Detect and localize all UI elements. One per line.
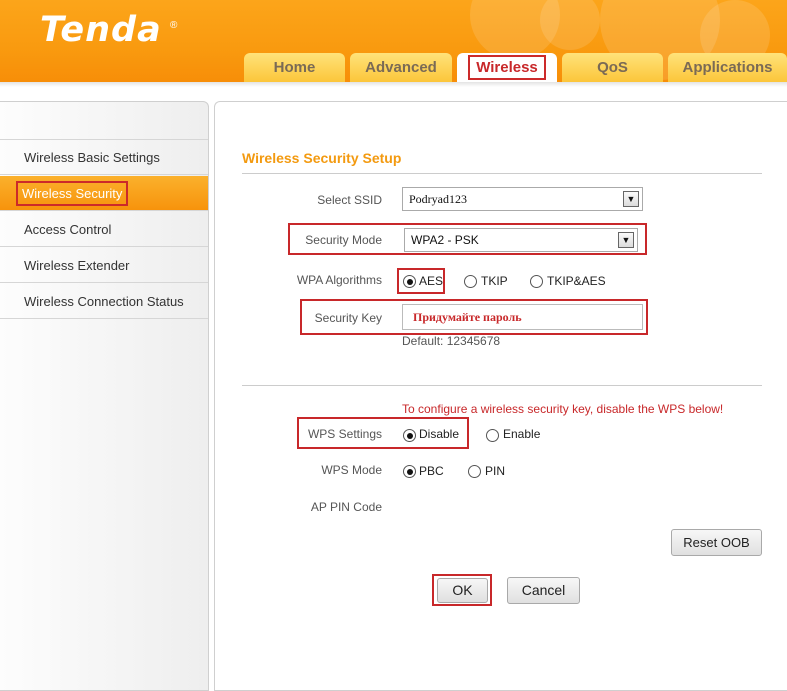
sidebar-item-access-control[interactable]: Access Control bbox=[0, 212, 208, 247]
reset-oob-button[interactable]: Reset OOB bbox=[671, 529, 762, 556]
tab-label: Wireless bbox=[468, 55, 546, 80]
tab-home[interactable]: Home bbox=[244, 53, 345, 82]
wps-disable-label: Disable bbox=[419, 427, 460, 441]
sidebar-item-label: Wireless Security bbox=[16, 181, 129, 206]
wps-pbc-radio[interactable] bbox=[403, 465, 416, 478]
ssid-select[interactable]: Podryad123 ▼ bbox=[402, 187, 643, 211]
wps-enable-label: Enable bbox=[503, 427, 541, 441]
wps-pbc-label: PBC bbox=[419, 464, 444, 478]
sidebar-item-label: Wireless Extender bbox=[24, 258, 130, 273]
section-divider bbox=[242, 385, 762, 386]
tab-qos[interactable]: QoS bbox=[562, 53, 663, 82]
wps-pin-label: PIN bbox=[485, 464, 506, 478]
tab-label: Applications bbox=[682, 59, 773, 76]
default-key-note: Default: 12345678 bbox=[402, 334, 501, 348]
security-mode-label: Security Mode bbox=[305, 233, 382, 247]
wps-pin-radio[interactable] bbox=[468, 465, 481, 478]
sidebar: Wireless Basic Settings Wireless Securit… bbox=[0, 101, 209, 691]
ssid-label: Select SSID bbox=[317, 193, 382, 207]
wpa-tkip-aes-radio[interactable] bbox=[530, 275, 543, 288]
wpa-algorithms-label: WPA Algorithms bbox=[296, 273, 382, 287]
security-mode-value: WPA2 - PSK bbox=[411, 233, 479, 247]
security-key-label: Security Key bbox=[314, 311, 382, 325]
tab-wireless[interactable]: Wireless bbox=[457, 53, 557, 82]
ap-pin-label: AP PIN Code bbox=[310, 500, 382, 514]
header-shadow bbox=[0, 82, 787, 87]
ok-button[interactable]: OK bbox=[437, 578, 488, 603]
sidebar-item-wireless-security[interactable]: Wireless Security bbox=[0, 176, 208, 211]
tab-advanced[interactable]: Advanced bbox=[350, 53, 452, 82]
ssid-value: Podryad123 bbox=[409, 192, 467, 206]
wpa-aes-radio[interactable] bbox=[403, 275, 416, 288]
security-key-input[interactable]: Придумайте пароль bbox=[402, 304, 643, 330]
sidebar-item-wireless-basic-settings[interactable]: Wireless Basic Settings bbox=[0, 140, 208, 175]
wpa-tkip-radio[interactable] bbox=[464, 275, 477, 288]
wps-enable-radio[interactable] bbox=[486, 429, 499, 442]
header-bar: Tenda ® Home Advanced Wireless QoS Appli… bbox=[0, 0, 787, 82]
sidebar-item-label: Wireless Connection Status bbox=[24, 294, 184, 309]
chevron-down-icon[interactable]: ▼ bbox=[623, 191, 639, 207]
cancel-button[interactable]: Cancel bbox=[507, 577, 580, 604]
tab-label: Home bbox=[273, 59, 316, 76]
tab-label: Advanced bbox=[365, 59, 437, 76]
tab-applications[interactable]: Applications bbox=[668, 53, 787, 82]
sidebar-item-wireless-connection-status[interactable]: Wireless Connection Status bbox=[0, 284, 208, 319]
wpa-tkip-aes-label: TKIP&AES bbox=[547, 274, 606, 288]
wpa-aes-label: AES bbox=[419, 274, 444, 288]
registered-mark: ® bbox=[170, 20, 178, 31]
sidebar-item-label: Access Control bbox=[24, 222, 112, 237]
security-mode-select[interactable]: WPA2 - PSK ▼ bbox=[404, 228, 638, 252]
wps-disable-radio[interactable] bbox=[403, 429, 416, 442]
wpa-tkip-label: TKIP bbox=[481, 274, 508, 288]
wps-settings-label: WPS Settings bbox=[307, 427, 382, 441]
title-divider bbox=[242, 173, 762, 174]
wps-mode-label: WPS Mode bbox=[321, 463, 382, 477]
sidebar-item-wireless-extender[interactable]: Wireless Extender bbox=[0, 248, 208, 283]
sidebar-item-label: Wireless Basic Settings bbox=[24, 150, 160, 165]
tab-label: QoS bbox=[597, 59, 628, 76]
tenda-logo: Tenda bbox=[40, 10, 162, 50]
page-title: Wireless Security Setup bbox=[242, 150, 402, 166]
chevron-down-icon[interactable]: ▼ bbox=[618, 232, 634, 248]
wps-warning-text: To configure a wireless security key, di… bbox=[402, 402, 724, 416]
